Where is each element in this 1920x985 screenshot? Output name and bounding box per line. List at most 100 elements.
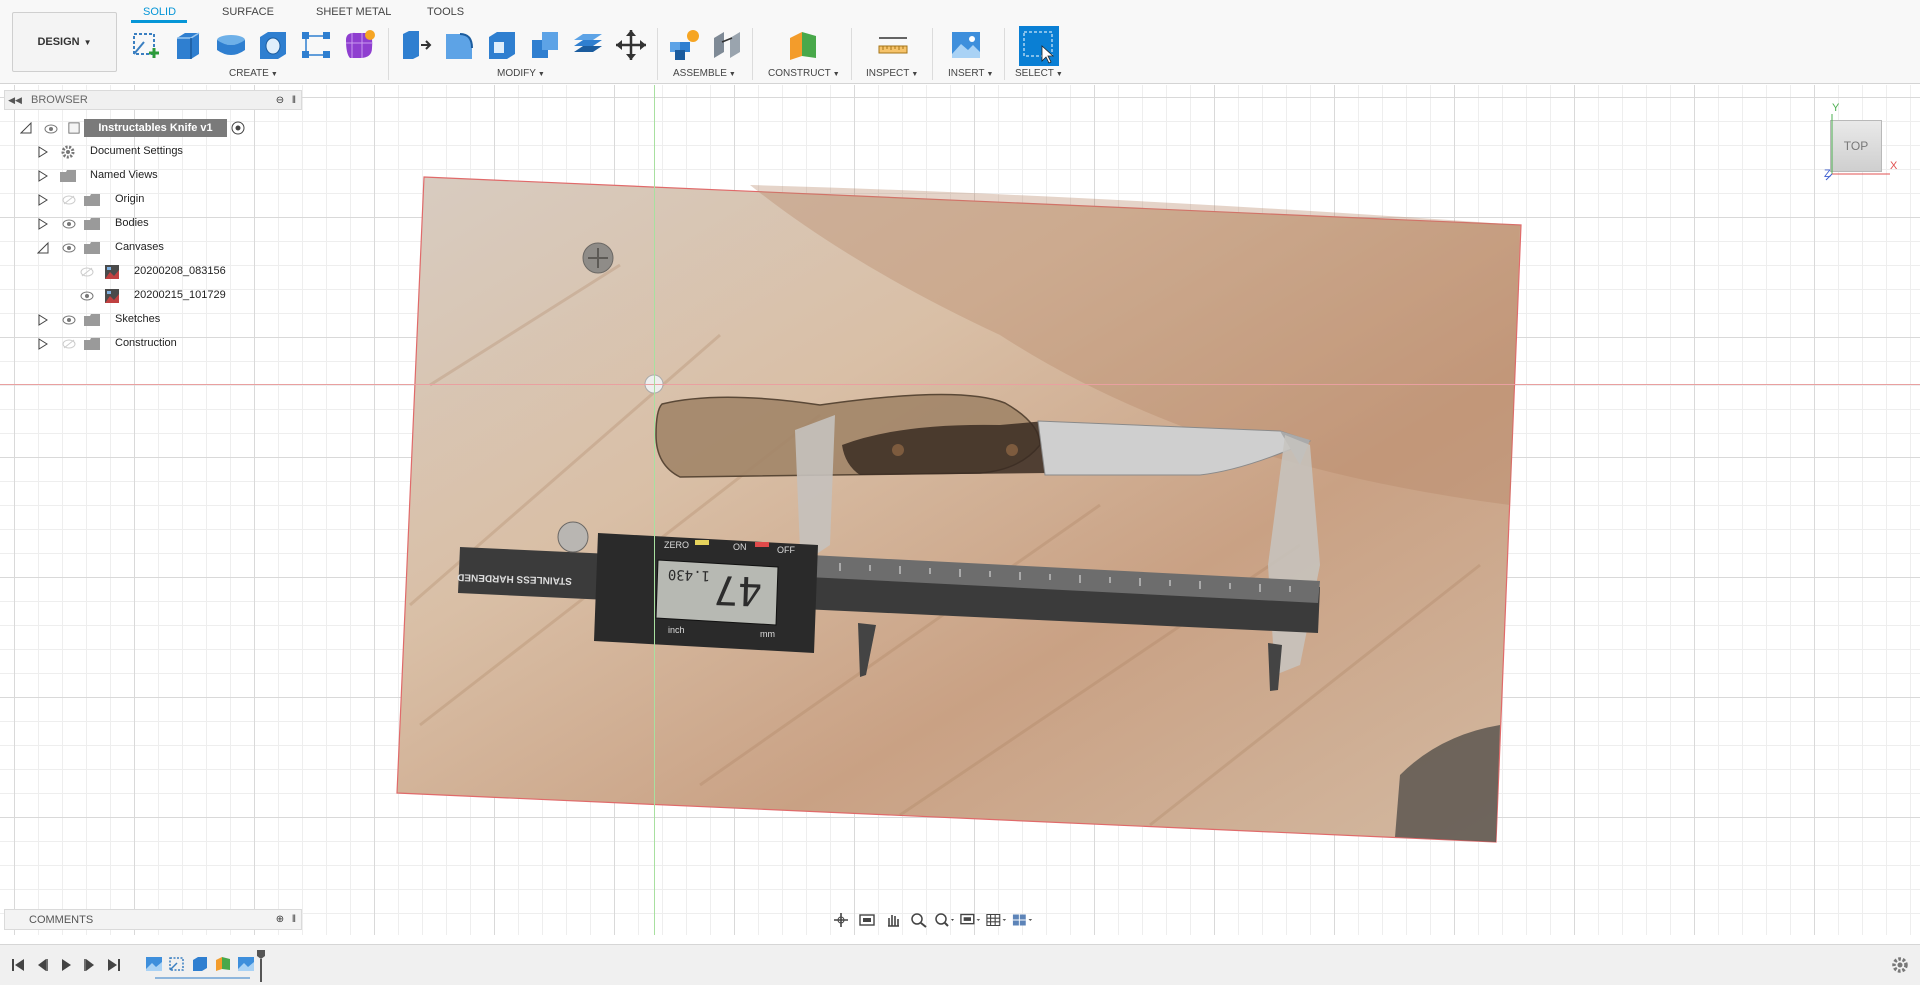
workspace-switcher-button[interactable]: DESIGN ▼ — [12, 12, 117, 72]
browser-item-origin[interactable]: Origin — [115, 193, 144, 205]
step-forward-icon[interactable] — [82, 957, 98, 973]
construct-menu[interactable]: CONSTRUCT ▼ — [768, 68, 840, 79]
create-sketch-icon[interactable] — [130, 28, 164, 62]
collapse-panel-icon[interactable]: ◀◀ — [5, 95, 25, 106]
tab-solid[interactable]: SOLID — [143, 6, 176, 18]
caliper-off-label: OFF — [777, 545, 795, 555]
tab-sheet-metal[interactable]: SHEET METAL — [316, 6, 391, 18]
pan-hand-icon[interactable] — [882, 911, 904, 929]
collapse-arrow-icon[interactable] — [37, 242, 49, 254]
caliper-zero-label: ZERO — [664, 540, 689, 550]
inspect-menu[interactable]: INSPECT ▼ — [866, 68, 918, 79]
visibility-eye-icon[interactable] — [62, 315, 76, 325]
activate-component-icon[interactable] — [231, 121, 245, 135]
modify-menu[interactable]: MODIFY ▼ — [497, 68, 545, 79]
viewcube-axes — [1825, 114, 1890, 181]
visibility-eye-icon[interactable] — [80, 291, 94, 301]
hole-icon[interactable] — [256, 28, 290, 62]
visibility-eye-icon[interactable] — [62, 219, 76, 229]
browser-header: ◀◀ BROWSER ⊖ ‖ — [4, 90, 302, 110]
timeline-canvas-feature-icon[interactable] — [237, 955, 255, 973]
add-comment-icon[interactable]: ⊕ — [273, 914, 287, 925]
create-menu[interactable]: CREATE ▼ — [229, 68, 278, 79]
hidden-eye-icon[interactable] — [62, 195, 76, 205]
caliper-jaw — [795, 415, 835, 555]
timeline-settings-gear-icon[interactable] — [1890, 955, 1910, 975]
press-pull-icon[interactable] — [399, 28, 433, 62]
pattern-icon[interactable] — [299, 28, 333, 62]
offset-face-icon[interactable] — [571, 28, 605, 62]
gear-icon — [61, 145, 75, 159]
visibility-eye-icon[interactable] — [62, 243, 76, 253]
revolve-icon[interactable] — [214, 28, 248, 62]
browser-item-canvases[interactable]: Canvases — [115, 241, 164, 253]
browser-root-component[interactable]: Instructables Knife v1 — [84, 119, 227, 137]
zoom-icon[interactable] — [908, 911, 930, 929]
offset-plane-icon[interactable] — [786, 28, 820, 62]
create-form-icon[interactable] — [342, 28, 376, 62]
browser-item-bodies[interactable]: Bodies — [115, 217, 149, 229]
timeline-extrude-feature-icon[interactable] — [191, 955, 209, 973]
joint-icon[interactable] — [710, 28, 744, 62]
caliper-mm-label: mm — [760, 629, 775, 639]
expand-arrow-icon[interactable] — [37, 218, 49, 230]
browser-item-named-views[interactable]: Named Views — [90, 169, 158, 181]
insert-canvas-icon[interactable] — [949, 28, 983, 62]
fillet-icon[interactable] — [442, 28, 476, 62]
select-menu[interactable]: SELECT ▼ — [1015, 68, 1063, 79]
toolbar-separator — [752, 28, 753, 80]
browser-item-document-settings[interactable]: Document Settings — [90, 145, 183, 157]
display-settings-icon[interactable] — [960, 911, 982, 929]
folder-icon — [84, 194, 100, 206]
hidden-eye-icon[interactable] — [62, 339, 76, 349]
timeline-sketch-feature-icon[interactable] — [168, 955, 186, 973]
play-icon[interactable] — [58, 957, 74, 973]
y-axis-line — [654, 85, 655, 935]
go-to-end-icon[interactable] — [106, 957, 122, 973]
timeline-canvas-feature-icon[interactable] — [145, 955, 163, 973]
timeline-plane-feature-icon[interactable] — [214, 955, 232, 973]
orbit-icon[interactable] — [830, 911, 852, 929]
modeling-viewport[interactable]: 47 1.430 ZERO ON OFF mm inch STAINLESS H… — [0, 85, 1920, 935]
move-icon[interactable] — [614, 28, 648, 62]
measure-icon[interactable] — [876, 28, 910, 62]
viewports-icon[interactable] — [1012, 911, 1034, 929]
expand-arrow-icon[interactable] — [37, 194, 49, 206]
attached-canvas-photo[interactable]: 47 1.430 ZERO ON OFF mm inch STAINLESS H… — [0, 85, 1920, 935]
insert-menu[interactable]: INSERT ▼ — [948, 68, 993, 79]
expand-arrow-icon[interactable] — [37, 146, 49, 158]
assemble-menu[interactable]: ASSEMBLE ▼ — [673, 68, 736, 79]
comments-panel: COMMENTS ⊕ ‖ — [4, 909, 302, 930]
shell-icon[interactable] — [485, 28, 519, 62]
hidden-eye-icon[interactable] — [80, 267, 94, 277]
tab-tools[interactable]: TOOLS — [427, 6, 464, 18]
browser-item-construction[interactable]: Construction — [115, 337, 177, 349]
expand-arrow-icon[interactable] — [37, 170, 49, 182]
step-back-icon[interactable] — [34, 957, 50, 973]
timeline-marker-icon[interactable] — [256, 949, 266, 983]
x-axis-line — [0, 384, 1920, 385]
viewcube-y-axis: Y — [1832, 102, 1840, 114]
extrude-icon[interactable] — [171, 28, 205, 62]
browser-item-canvas-2[interactable]: 20200215_101729 — [134, 289, 226, 301]
combine-icon[interactable] — [528, 28, 562, 62]
tab-surface[interactable]: SURFACE — [222, 6, 274, 18]
minimize-icon[interactable]: ⊖ — [273, 95, 287, 106]
visibility-eye-icon[interactable] — [44, 124, 58, 134]
panel-grip-icon[interactable]: ‖ — [287, 95, 301, 106]
active-tab-underline — [131, 20, 187, 23]
expand-arrow-icon[interactable] — [37, 314, 49, 326]
expand-arrow-icon[interactable] — [37, 338, 49, 350]
browser-item-sketches[interactable]: Sketches — [115, 313, 160, 325]
new-component-icon[interactable] — [667, 28, 701, 62]
go-to-start-icon[interactable] — [10, 957, 26, 973]
collapse-arrow-icon[interactable] — [20, 122, 32, 134]
panel-grip-icon[interactable]: ‖ — [287, 914, 301, 925]
select-tool-button[interactable] — [1019, 26, 1059, 66]
grid-settings-icon[interactable] — [986, 911, 1008, 929]
folder-icon — [84, 218, 100, 230]
viewcube[interactable]: Y TOP X Z — [1810, 100, 1910, 190]
browser-item-canvas-1[interactable]: 20200208_083156 — [134, 265, 226, 277]
fit-zoom-icon[interactable] — [934, 911, 956, 929]
look-at-icon[interactable] — [856, 911, 878, 929]
